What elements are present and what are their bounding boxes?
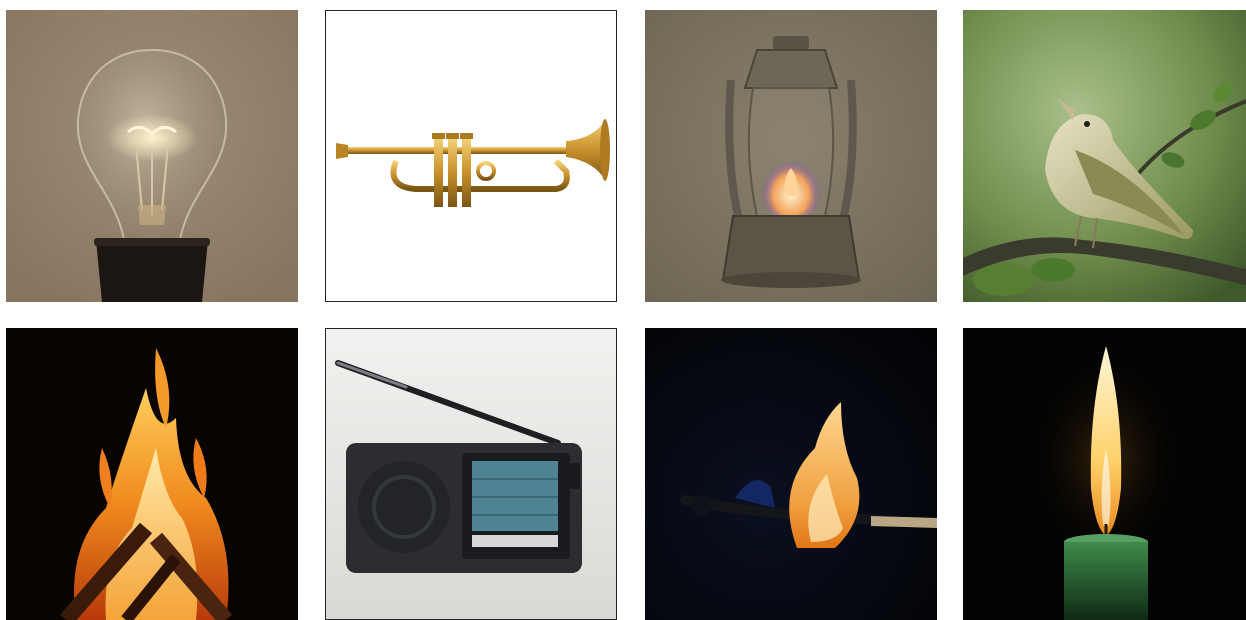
radio-illustration [326,329,616,619]
light-bulb-photo [6,10,298,302]
songbird-illustration [963,10,1246,302]
burning-match-illustration [645,328,937,620]
oil-lantern-illustration [645,10,937,302]
light-bulb-illustration [6,10,298,302]
candle-illustration [963,328,1246,620]
trumpet-photo [325,10,617,302]
candle-photo [960,328,1246,620]
burning-match-photo [645,328,937,620]
songbird-photo [960,10,1246,302]
trumpet-illustration [326,11,616,301]
campfire-photo [6,328,298,620]
campfire-illustration [6,328,298,620]
oil-lantern-photo [645,10,937,302]
radio-photo [325,328,617,620]
